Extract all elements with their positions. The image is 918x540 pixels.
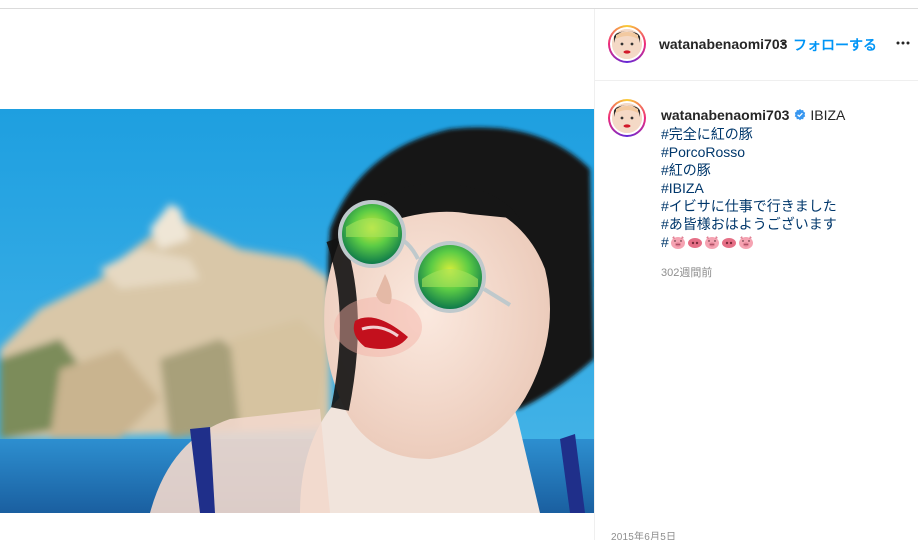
caption-location[interactable]: IBIZA [810, 107, 845, 123]
hashtag-link[interactable]: #PorcoRosso [661, 143, 837, 161]
caption-author-avatar[interactable] [608, 99, 646, 137]
top-border [0, 0, 918, 9]
emoji-hashtag[interactable]: # [661, 233, 837, 251]
verified-badge-icon [795, 109, 806, 121]
photo-image [0, 109, 594, 513]
hashtag-link[interactable]: #完全に紅の豚 [661, 125, 837, 143]
post-side-panel: watanabenaomi703 • フォローする watanabenaomi7… [595, 9, 918, 540]
hash-prefix: # [661, 234, 669, 250]
hashtag-link[interactable]: #イビサに仕事で行きました [661, 197, 837, 215]
post-media[interactable] [0, 9, 594, 540]
separator-dot: • [781, 35, 786, 51]
caption-hashtags: #完全に紅の豚 #PorcoRosso #紅の豚 #IBIZA #イビサに仕事で… [661, 125, 837, 251]
post-header: watanabenaomi703 • フォローする [595, 9, 918, 81]
post-photo[interactable] [0, 109, 594, 513]
hashtag-link[interactable]: #あ皆様おはようございます [661, 215, 837, 233]
caption-username[interactable]: watanabenaomi703 [661, 107, 789, 123]
author-avatar[interactable] [608, 25, 646, 63]
follow-button[interactable]: フォローする [793, 35, 877, 55]
pig-face-icon [704, 236, 719, 249]
caption-time-ago[interactable]: 302週間前 [661, 264, 712, 280]
caption-header-line: watanabenaomi703 IBIZA [661, 107, 845, 123]
pig-face-icon [738, 236, 753, 249]
pig-nose-icon [721, 238, 736, 248]
more-horizontal-icon[interactable] [895, 35, 911, 51]
hashtag-link[interactable]: #IBIZA [661, 179, 837, 197]
post-date[interactable]: 2015年6月5日 [611, 528, 676, 540]
hashtag-link[interactable]: #紅の豚 [661, 161, 837, 179]
pig-nose-icon [687, 238, 702, 248]
pig-face-icon [670, 236, 685, 249]
author-username[interactable]: watanabenaomi703 [659, 36, 787, 52]
